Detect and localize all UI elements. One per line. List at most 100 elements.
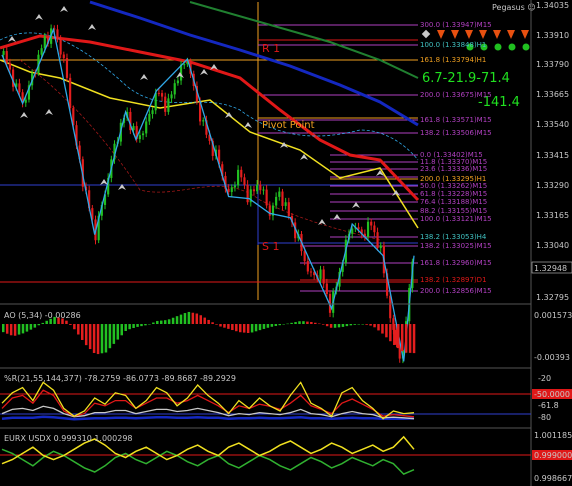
price-tick-label: 1.32795 (536, 293, 569, 302)
ao-bar (333, 324, 337, 328)
candle-body (62, 54, 65, 59)
ao-bar (45, 320, 48, 325)
fib-label: 61.8 (1.33228)M15 (420, 190, 487, 198)
candle-body (259, 184, 262, 191)
fib-label: 88.2 (1.33155)M15 (420, 207, 487, 215)
ao-bar (337, 324, 341, 328)
r1-label: R 1 (262, 42, 280, 55)
ao-bar (187, 311, 191, 325)
ao-bar (242, 324, 246, 333)
ao-bar (96, 324, 100, 355)
ao-bar (203, 317, 206, 325)
fib-label: 50.0 (1.33262)M15 (420, 182, 487, 190)
fib-label: 138.2 (1.33025)M15 (420, 242, 492, 250)
ao-bar (381, 324, 384, 334)
wpr-axis-20: -20 (538, 374, 551, 383)
ao-bar (140, 324, 143, 327)
ao-bar (412, 324, 416, 354)
candle-body (56, 29, 59, 40)
pivot-label: Pivot Point (262, 120, 315, 131)
candle-body (151, 110, 154, 114)
ao-axis-bottom: -0.00393 (534, 353, 570, 362)
price-tick-label: 1.33790 (536, 60, 569, 69)
ao-bar (112, 324, 116, 344)
ao-bar (341, 324, 345, 327)
ao-bar (286, 323, 289, 325)
candle-body (281, 191, 284, 206)
ao-bar (92, 324, 96, 353)
ao-bar (397, 324, 400, 349)
ao-bar (9, 324, 13, 336)
candle-body (138, 135, 141, 140)
candle-body (265, 189, 268, 206)
price-tick-label: 1.33290 (536, 181, 569, 190)
ao-bar (171, 317, 175, 325)
candle-body (379, 245, 382, 249)
ao-bar (41, 322, 44, 325)
ao-bar (5, 324, 9, 334)
candle-body (173, 83, 176, 95)
ao-bar (199, 315, 202, 325)
candle-body (246, 184, 249, 203)
candle-body (237, 169, 240, 186)
ao-bar (385, 324, 388, 338)
ao-bar (2, 324, 5, 333)
ao-bar (104, 324, 108, 353)
ao-bar (325, 324, 329, 327)
ao-bar (369, 324, 372, 326)
candle-body (170, 94, 173, 99)
ao-bar (219, 324, 222, 327)
green-dot-icon (522, 43, 530, 51)
candle-body (227, 188, 230, 192)
fib-label: 76.4 (1.33188)M15 (420, 198, 487, 206)
fib-label: 100.0 (1.33848)H1 (420, 41, 486, 49)
ao-bar (160, 320, 163, 325)
ao-bar (207, 319, 210, 325)
candle-body (40, 48, 43, 55)
ao-bar (345, 324, 349, 327)
fib-label: 300.0 (1.33947)M15 (420, 21, 492, 29)
ao-bar (215, 324, 218, 325)
candle-body (2, 51, 5, 55)
ao-bar (53, 316, 56, 325)
ao-bar (61, 318, 64, 325)
candle-body (176, 80, 179, 84)
candle-body (43, 36, 46, 49)
eurx-label: EURX USDX 0.999310 1.000298 (4, 434, 133, 443)
ao-bar (88, 324, 92, 350)
candle-body (5, 51, 8, 64)
trading-chart[interactable]: R 1 Pivot Point S 1 6.7-21.9-71.4 -141.4… (0, 0, 572, 486)
ao-bar (400, 324, 404, 352)
fib-label: 138.2 (1.32897)D1 (420, 276, 487, 284)
candle-body (160, 93, 164, 97)
ao-bar (156, 320, 159, 325)
ao-bar (211, 322, 214, 325)
price-tick-label: 1.33165 (536, 211, 569, 220)
ao-bar (17, 324, 21, 335)
ao-bar (298, 321, 301, 325)
ao-bar (235, 324, 238, 332)
candle-body (183, 64, 186, 66)
candle-body (256, 184, 259, 192)
ao-bar (29, 324, 33, 330)
candle-body (306, 261, 309, 272)
candle-body (240, 169, 243, 178)
fib-label: 161.8 (1.32960)M15 (420, 259, 492, 267)
ao-bar (282, 324, 285, 325)
price-tick-label: 1.33040 (536, 241, 569, 250)
eurx-axis-bottom: 0.998667 (534, 474, 572, 483)
s1-label: S 1 (262, 240, 279, 253)
ao-bar (254, 324, 258, 332)
eurx-axis-mid: 0.999000 (534, 451, 572, 460)
ao-bar (21, 324, 25, 334)
current-price-label: 1.32948 (534, 264, 567, 273)
ao-bar (278, 324, 281, 326)
ao-bar (258, 324, 262, 331)
ao-bar (306, 321, 309, 325)
green-dot-icon (494, 43, 502, 51)
ao-bar (132, 324, 135, 328)
ao-bar (329, 324, 333, 328)
ao-axis-top: 0.001573 (534, 311, 572, 320)
candle-body (65, 58, 69, 78)
ao-label: AO (5,34) -0.00286 (4, 311, 81, 320)
